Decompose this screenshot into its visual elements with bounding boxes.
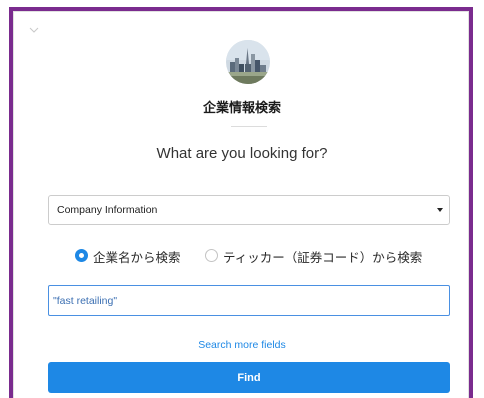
search-input[interactable]: [48, 285, 450, 316]
radio-ticker[interactable]: [205, 249, 218, 262]
find-button[interactable]: Find: [48, 362, 450, 393]
radio-company-name-label[interactable]: 企業名から検索: [93, 247, 181, 266]
city-skyline-avatar: [226, 40, 270, 84]
radio-company-name[interactable]: [75, 249, 88, 262]
search-mode-radio-group: 企業名から検索 ティッカー（証券コード）から検索: [0, 247, 484, 267]
search-more-fields-link[interactable]: Search more fields: [0, 339, 484, 351]
search-type-selected: Company Information: [57, 204, 158, 216]
title-divider: [231, 126, 267, 127]
caret-down-icon: [437, 208, 443, 212]
prompt-question: What are you looking for?: [156, 145, 328, 162]
chevron-down-icon[interactable]: [29, 26, 39, 34]
radio-ticker-label[interactable]: ティッカー（証券コード）から検索: [223, 247, 422, 266]
search-type-select[interactable]: Company Information: [48, 195, 450, 225]
page-title: 企業情報検索: [202, 101, 281, 116]
